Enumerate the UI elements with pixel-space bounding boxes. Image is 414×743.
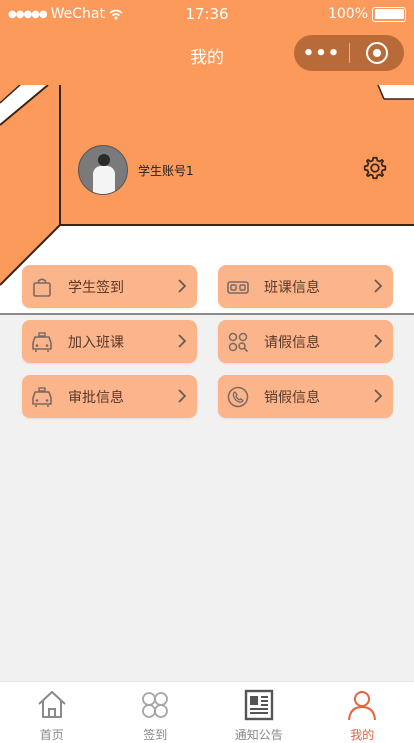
home-icon [38,691,66,718]
menu-approval-info-button[interactable]: 审批信息 [22,375,197,418]
chevron-right-icon [178,389,187,403]
target-icon [366,42,388,64]
menu-student-checkin-button[interactable]: 学生签到 [22,265,197,308]
newspaper-icon [244,689,273,721]
chevron-right-icon [178,279,187,293]
battery-icon [372,6,406,22]
tab-mine[interactable]: 我的 [311,682,414,743]
tab-home[interactable]: 首页 [0,682,104,743]
bag-icon [30,275,54,299]
profile-row[interactable]: 学生账号1 [78,145,194,195]
menu-label: 审批信息 [68,389,124,406]
header-bar: ●●●●● WeChat 17:36 100% 我的 ••• [0,0,414,85]
status-bar: ●●●●● WeChat 17:36 100% [0,0,414,30]
taxi-icon [30,385,54,409]
vr-glasses-icon [226,275,250,299]
avatar[interactable] [78,145,128,195]
close-miniprogram-button[interactable] [350,42,404,64]
tab-label: 我的 [350,728,375,742]
battery-percent: 100% [327,6,368,22]
menu-label: 销假信息 [264,389,320,406]
miniprogram-capsule: ••• [294,35,404,71]
menu-label: 班课信息 [264,279,320,296]
more-menu-button[interactable]: ••• [294,43,349,64]
chevron-right-icon [374,389,383,403]
tab-bar: 首页 签到 通知公告 我的 [0,681,414,743]
status-right: 100% [328,6,406,22]
user-icon [348,691,377,721]
menu-label: 请假信息 [264,334,320,351]
chevron-right-icon [374,279,383,293]
menu-cancel-leave-button[interactable]: 销假信息 [218,375,393,418]
menu-class-info-button[interactable]: 班课信息 [218,265,393,308]
menu-join-class-button[interactable]: 加入班课 [22,320,197,363]
tab-label: 首页 [39,728,64,742]
taxi-icon [30,330,54,354]
menu-label: 加入班课 [68,334,124,351]
tab-notices[interactable]: 通知公告 [207,682,311,743]
menu-leave-info-button[interactable]: 请假信息 [218,320,393,363]
tab-checkin[interactable]: 签到 [104,682,208,743]
menu-label: 学生签到 [68,279,124,296]
phone-icon [226,385,250,409]
grid-search-icon [226,330,250,354]
gear-icon[interactable] [362,155,388,181]
username: 学生账号1 [138,163,194,178]
clover-icon [142,692,169,718]
tab-label: 签到 [143,728,168,742]
chevron-right-icon [178,334,187,348]
chevron-right-icon [374,334,383,348]
tab-label: 通知公告 [234,728,283,742]
